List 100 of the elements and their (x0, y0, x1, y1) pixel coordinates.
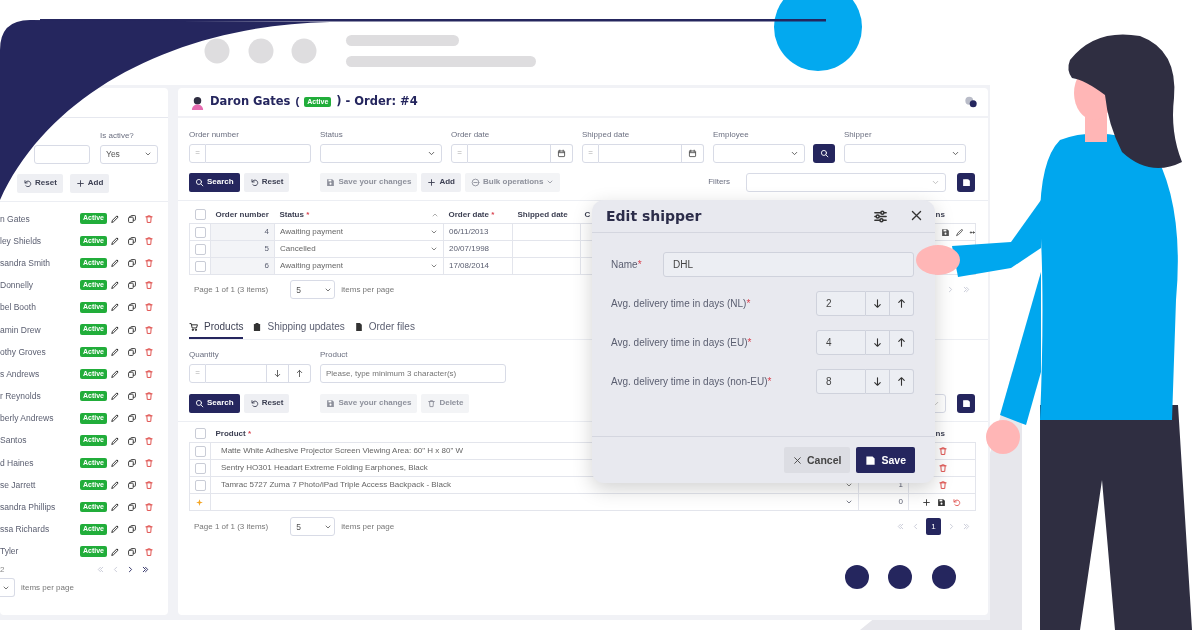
pencil-icon[interactable] (110, 369, 120, 379)
save-filter-button[interactable] (957, 172, 975, 192)
number-field[interactable]: 2 (816, 291, 866, 316)
copy-icon[interactable] (127, 413, 137, 424)
trash-icon[interactable] (144, 213, 154, 224)
reset-button[interactable]: Reset (17, 173, 63, 193)
decrement-button[interactable] (866, 369, 890, 394)
add-button[interactable]: Add (69, 173, 110, 193)
pencil-icon[interactable] (110, 502, 120, 513)
chat-icon[interactable] (964, 95, 978, 109)
pencil-icon[interactable] (110, 346, 120, 357)
increment-button[interactable] (890, 330, 914, 355)
filter-input[interactable] (206, 143, 311, 163)
pencil-icon[interactable] (110, 413, 120, 424)
copy-icon[interactable] (127, 280, 137, 291)
trash-icon[interactable] (144, 302, 154, 313)
close-icon[interactable] (910, 208, 923, 222)
trash-icon[interactable] (938, 463, 948, 474)
copy-icon[interactable] (127, 546, 137, 557)
copy-icon[interactable] (127, 346, 137, 357)
copy-icon[interactable] (127, 457, 137, 468)
checkbox[interactable] (195, 260, 206, 272)
next-page-button[interactable] (126, 564, 135, 574)
pencil-icon[interactable] (110, 479, 120, 490)
copy-icon[interactable] (127, 435, 137, 446)
save-filter-button[interactable] (957, 393, 975, 413)
search-button[interactable]: Search (189, 393, 240, 413)
search-button[interactable] (813, 143, 835, 163)
trash-icon[interactable] (144, 280, 154, 291)
pencil-icon[interactable] (110, 435, 120, 446)
number-field[interactable]: 4 (816, 330, 866, 355)
copy-icon[interactable] (127, 235, 137, 246)
copy-icon[interactable] (127, 391, 137, 402)
copy-icon[interactable] (127, 302, 137, 313)
trash-icon[interactable] (144, 413, 154, 424)
trash-icon[interactable] (144, 479, 154, 490)
page-button[interactable]: 1 (926, 518, 941, 536)
save-button[interactable]: Save (856, 447, 915, 473)
pencil-icon[interactable] (110, 213, 120, 224)
cancel-button[interactable]: Cancel (784, 447, 851, 473)
trash-icon[interactable] (144, 457, 154, 468)
copy-icon[interactable] (127, 479, 137, 490)
reset-button[interactable]: Reset (243, 393, 290, 413)
trash-icon[interactable] (938, 446, 948, 457)
pencil-icon[interactable] (110, 524, 120, 535)
name-field[interactable]: DHL (663, 252, 914, 277)
pencil-icon[interactable] (110, 258, 120, 269)
filter-field[interactable] (34, 144, 90, 164)
increment-button[interactable] (890, 291, 914, 316)
pencil-icon[interactable] (110, 302, 120, 313)
copy-icon[interactable] (127, 324, 137, 335)
undo-icon[interactable] (952, 497, 961, 507)
calendar-button[interactable] (551, 143, 573, 163)
checkbox[interactable] (195, 243, 206, 255)
date-input[interactable] (468, 143, 551, 163)
checkbox[interactable] (195, 445, 206, 457)
calendar-button[interactable] (682, 143, 704, 163)
trash-icon[interactable] (144, 258, 154, 269)
tab[interactable]: Products (189, 321, 244, 340)
save-icon[interactable] (941, 227, 950, 237)
tab[interactable]: Order files (353, 321, 415, 340)
date-input[interactable] (599, 143, 682, 163)
number-field[interactable]: 8 (816, 369, 866, 394)
pencil-icon[interactable] (110, 280, 120, 291)
increment-button[interactable] (890, 369, 914, 394)
product-search-field[interactable]: Please, type minimum 3 character(s) (320, 363, 506, 383)
pencil-icon[interactable] (110, 457, 120, 468)
trash-icon[interactable] (144, 391, 154, 402)
active-select[interactable]: Yes (100, 144, 158, 164)
quantity-input[interactable] (206, 363, 267, 383)
checkbox[interactable] (194, 428, 206, 440)
trash-icon[interactable] (144, 546, 154, 557)
trash-icon[interactable] (144, 435, 154, 446)
copy-icon[interactable] (127, 369, 137, 379)
reset-button[interactable]: Reset (243, 172, 290, 192)
decrement-button[interactable] (267, 363, 289, 383)
trash-icon[interactable] (144, 346, 154, 357)
checkbox[interactable] (194, 209, 206, 221)
last-page-button[interactable] (141, 564, 150, 574)
trash-icon[interactable] (144, 324, 154, 335)
copy-icon[interactable] (127, 258, 137, 269)
copy-icon[interactable] (127, 524, 137, 535)
save-icon[interactable] (937, 497, 946, 507)
pencil-icon[interactable] (110, 391, 120, 402)
pencil-icon[interactable] (110, 546, 120, 557)
pencil-icon[interactable] (110, 324, 120, 335)
copy-icon[interactable] (127, 213, 137, 224)
add-button[interactable]: Add (421, 172, 461, 192)
search-button[interactable]: Search (189, 172, 240, 192)
trash-icon[interactable] (144, 524, 154, 535)
checkbox[interactable] (195, 462, 206, 474)
pencil-icon[interactable] (110, 235, 120, 246)
plus-icon[interactable] (922, 497, 931, 507)
page-size-select[interactable]: 5 (290, 517, 336, 537)
trash-icon[interactable] (144, 502, 154, 513)
trash-icon[interactable] (144, 235, 154, 246)
trash-icon[interactable] (938, 480, 948, 491)
decrement-button[interactable] (866, 291, 890, 316)
decrement-button[interactable] (866, 330, 890, 355)
increment-button[interactable] (289, 363, 311, 383)
